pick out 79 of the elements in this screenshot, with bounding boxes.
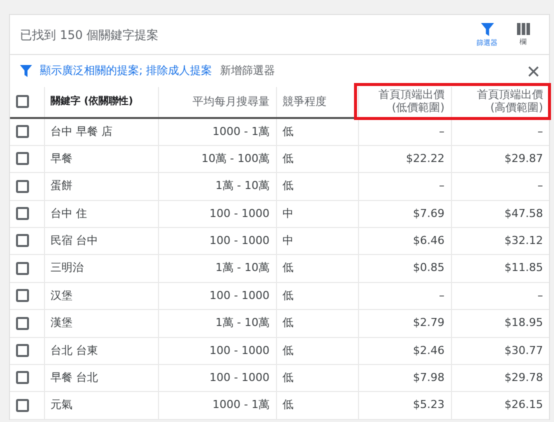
keyword-cell: 台中 早餐 店 <box>44 118 158 146</box>
keyword-cell: 早餐 台北 <box>44 364 158 392</box>
keyword-cell: 汉堡 <box>44 282 158 310</box>
close-icon[interactable] <box>528 66 539 76</box>
table-cell: $32.12 <box>451 228 549 255</box>
table-cell: $6.46 <box>358 228 451 255</box>
table-cell: 10萬 - 100萬 <box>158 145 276 173</box>
keyword-cell: 早餐 <box>44 145 158 173</box>
checkbox[interactable] <box>16 316 29 330</box>
checkbox[interactable] <box>16 95 29 108</box>
table-cell: 100 - 1000 <box>158 228 276 255</box>
column-header[interactable]: 首頁頂端出價 (高價範圍) <box>451 87 549 118</box>
table-cell: 低 <box>276 172 358 200</box>
table-cell: 1萬 - 10萬 <box>158 254 276 282</box>
table-cell: $7.98 <box>358 364 451 392</box>
table-cell: 100 - 1000 <box>158 337 276 365</box>
checkbox[interactable] <box>16 152 29 166</box>
table-cell: $22.22 <box>358 145 451 173</box>
table-cell: 低 <box>276 337 358 365</box>
add-filter-button[interactable]: 新增篩選器 <box>220 62 276 80</box>
checkbox[interactable] <box>16 180 29 193</box>
checkbox[interactable] <box>16 234 29 248</box>
keyword-cell: 台中 住 <box>44 200 158 228</box>
table-cell: $5.23 <box>358 392 451 420</box>
table-cell: 低 <box>276 392 358 420</box>
keyword-cell: 漢堡 <box>44 310 158 338</box>
table-cell: $0.85 <box>358 254 451 282</box>
table-cell: 100 - 1000 <box>158 200 276 228</box>
checkbox[interactable] <box>16 344 29 358</box>
table-cell: – <box>358 172 451 200</box>
table-cell: $2.79 <box>358 310 451 338</box>
table-cell: 1萬 - 10萬 <box>158 310 276 338</box>
results-count: 已找到 150 個關鍵字提案 <box>20 26 160 44</box>
table-cell: $11.85 <box>451 254 549 282</box>
checkbox[interactable] <box>16 371 29 384</box>
table-cell: 低 <box>276 310 358 338</box>
table-cell: 低 <box>276 118 358 146</box>
keyword-cell: 民宿 台中 <box>44 228 158 255</box>
checkbox[interactable] <box>16 289 29 302</box>
table-cell: 100 - 1000 <box>158 282 276 310</box>
filter-icon <box>480 22 494 36</box>
table-cell: $18.95 <box>451 310 549 338</box>
checkbox[interactable] <box>16 207 29 220</box>
table-cell: 100 - 1000 <box>158 364 276 392</box>
table-cell: – <box>358 118 451 146</box>
column-header[interactable]: 首頁頂端出價 (低價範圍) <box>358 87 451 118</box>
table-cell: $2.46 <box>358 337 451 365</box>
columns-icon <box>516 22 530 34</box>
table-cell: – <box>451 282 549 310</box>
checkbox[interactable] <box>16 398 29 412</box>
table-cell: $26.15 <box>451 392 549 420</box>
table-cell: 1000 - 1萬 <box>158 392 276 420</box>
table-cell: $47.58 <box>451 200 549 228</box>
table-cell: 中 <box>276 228 358 255</box>
table-cell: – <box>451 118 549 146</box>
table-cell: $29.87 <box>451 145 549 173</box>
column-header[interactable]: 競爭程度 <box>276 87 358 118</box>
table-cell: 低 <box>276 145 358 173</box>
checkbox[interactable] <box>16 262 29 275</box>
table-cell: $30.77 <box>451 337 549 365</box>
keyword-cell: 台北 台東 <box>44 337 158 365</box>
column-header[interactable]: 平均每月搜尋量 <box>158 87 276 118</box>
table-cell: 低 <box>276 254 358 282</box>
keyword-cell: 三明治 <box>44 254 158 282</box>
table-cell: – <box>358 282 451 310</box>
keyword-cell: 蛋餅 <box>44 172 158 200</box>
table-cell: 1000 - 1萬 <box>158 118 276 146</box>
table-cell: 1萬 - 10萬 <box>158 172 276 200</box>
table-cell: 低 <box>276 282 358 310</box>
table-cell: $7.69 <box>358 200 451 228</box>
table-cell: 低 <box>276 364 358 392</box>
table-cell: $29.78 <box>451 364 549 392</box>
column-header[interactable]: 關鍵字 (依關聯性) <box>44 87 158 118</box>
table-cell: 中 <box>276 200 358 228</box>
checkbox[interactable] <box>16 125 29 138</box>
filter-icon <box>20 65 32 77</box>
table-cell: – <box>451 172 549 200</box>
filter-chip-link[interactable]: 顯示廣泛相關的提案; 排除成人提案 <box>40 62 212 80</box>
keyword-cell: 元氣 <box>44 392 158 420</box>
